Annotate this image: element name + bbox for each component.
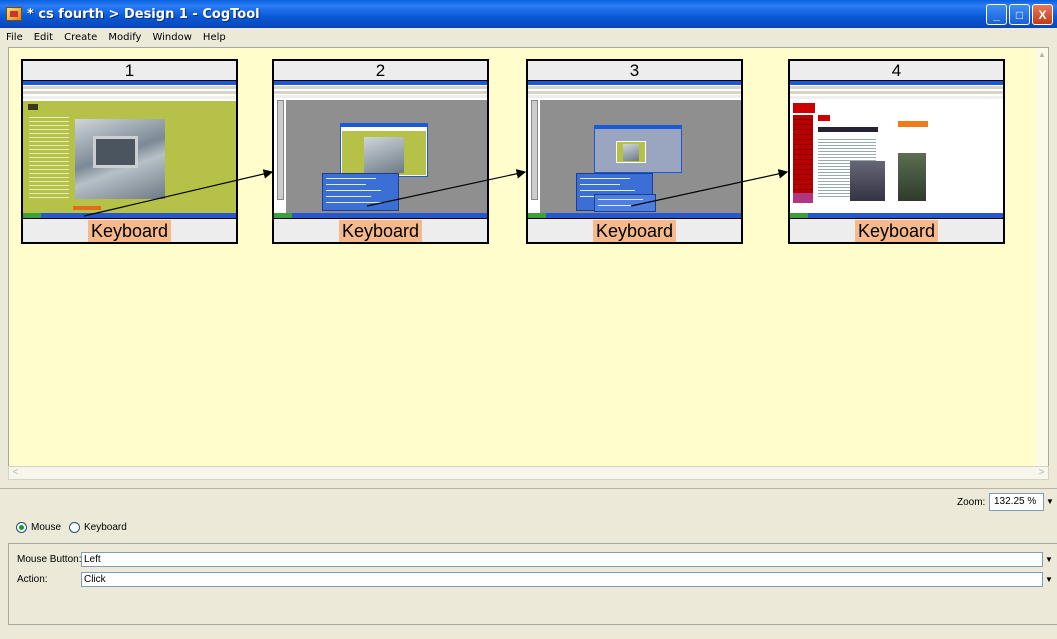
radio-label-keyboard[interactable]: Keyboard (84, 522, 127, 533)
transition-arrow-3-4[interactable] (630, 169, 789, 207)
menu-edit[interactable]: Edit (34, 32, 53, 43)
menu-modify[interactable]: Modify (108, 32, 141, 43)
mouse-button-label: Mouse Button: (17, 554, 82, 565)
window-title: * cs fourth > Design 1 - CogTool (27, 6, 260, 22)
window-controls: _ □ X (986, 4, 1053, 25)
radio-label-mouse[interactable]: Mouse (31, 522, 61, 533)
menu-file[interactable]: File (6, 32, 23, 43)
dropdown-arrow-icon[interactable]: ▼ (1044, 494, 1056, 510)
status-row (0, 488, 1057, 512)
device-choice: Mouse Keyboard (16, 522, 127, 533)
zoom-label: Zoom: (957, 497, 986, 508)
horizontal-scrollbar[interactable]: < > (8, 466, 1049, 480)
transition-arrow-1-2[interactable] (83, 169, 274, 217)
radio-icon[interactable] (16, 522, 27, 533)
mouse-button-select[interactable]: Left (81, 552, 1043, 567)
script-canvas[interactable]: ▲ 1 Keyboard 2 Keyboard 3 Keyboard 4 Key… (8, 47, 1049, 467)
radio-icon[interactable] (69, 522, 81, 533)
menu-help[interactable]: Help (203, 32, 226, 43)
action-label: Action: (17, 574, 48, 585)
transition-arrows (83, 169, 789, 217)
close-icon[interactable]: X (1032, 4, 1053, 25)
menu-window[interactable]: Window (152, 32, 191, 43)
scroll-arrow-icon[interactable]: > (1035, 467, 1048, 479)
dropdown-arrow-icon[interactable]: ▼ (1043, 572, 1055, 588)
menu-bar: File Edit Create Modify Window Help (0, 28, 1057, 46)
action-select[interactable]: Click (81, 572, 1043, 587)
properties-panel: Mouse Button: Left ▼ Action: Click ▼ (8, 543, 1057, 625)
minimize-icon[interactable]: _ (986, 4, 1007, 25)
scroll-arrow-icon[interactable]: < (9, 467, 22, 479)
menu-create[interactable]: Create (64, 32, 97, 43)
transition-arrow-2-3[interactable] (366, 169, 527, 207)
dropdown-arrow-icon[interactable]: ▼ (1043, 552, 1055, 568)
title-bar: * cs fourth > Design 1 - CogTool _ □ X (0, 0, 1057, 28)
app-icon (6, 7, 22, 21)
zoom-combobox[interactable]: 132.25 % (989, 493, 1044, 511)
maximize-icon[interactable]: □ (1009, 4, 1030, 25)
